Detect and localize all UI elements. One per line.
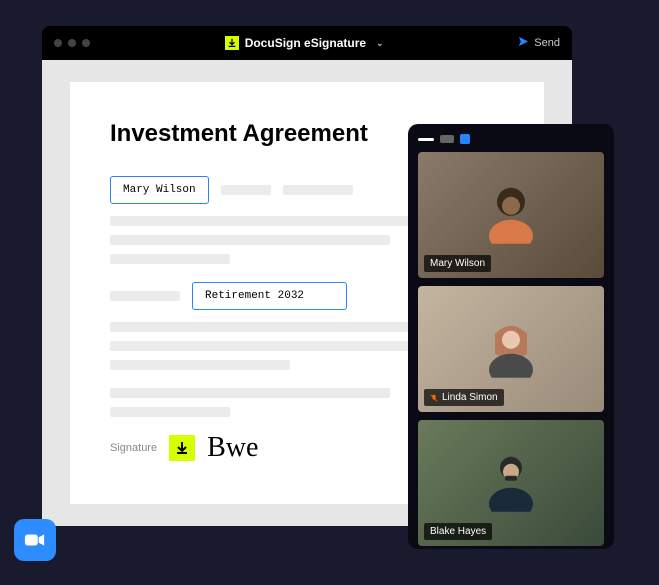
docusign-logo-icon <box>225 36 239 50</box>
video-call-panel: Mary Wilson Linda Simon Blake Hayes <box>408 124 614 549</box>
participant-list: Mary Wilson Linda Simon Blake Hayes <box>418 152 604 546</box>
signer-name-field[interactable]: Mary Wilson <box>110 176 209 204</box>
video-toolbar <box>418 134 604 144</box>
plan-field[interactable]: Retirement 2032 <box>192 282 347 310</box>
participant-tile[interactable]: Blake Hayes <box>418 420 604 546</box>
zoom-app-button[interactable] <box>14 519 56 561</box>
participant-name-tag: Linda Simon <box>424 389 504 406</box>
avatar <box>479 448 543 512</box>
app-title[interactable]: DocuSign eSignature ⌄ <box>90 36 518 50</box>
placeholder-line <box>110 291 180 301</box>
app-name-label: DocuSign eSignature <box>245 36 366 50</box>
layout-option-icon[interactable] <box>440 135 454 143</box>
avatar <box>479 314 543 378</box>
muted-mic-icon <box>430 394 438 402</box>
maximize-dot[interactable] <box>82 39 90 47</box>
chevron-down-icon: ⌄ <box>376 38 384 49</box>
video-camera-icon <box>24 532 46 548</box>
send-icon <box>518 36 529 50</box>
placeholder-line <box>221 185 271 195</box>
signature-label: Signature <box>110 442 157 454</box>
layout-icon[interactable] <box>418 138 434 141</box>
send-label: Send <box>534 37 560 49</box>
participant-tile[interactable]: Linda Simon <box>418 286 604 412</box>
titlebar: DocuSign eSignature ⌄ Send <box>42 26 572 60</box>
send-button[interactable]: Send <box>518 36 560 50</box>
avatar <box>479 180 543 244</box>
signature-row: Signature Bwe <box>110 432 258 464</box>
participant-tile[interactable]: Mary Wilson <box>418 152 604 278</box>
close-dot[interactable] <box>54 39 62 47</box>
participant-name-tag: Blake Hayes <box>424 523 492 540</box>
participant-name: Linda Simon <box>442 392 498 403</box>
signature-stamp-icon[interactable] <box>169 435 195 461</box>
participant-name-tag: Mary Wilson <box>424 255 491 272</box>
minimize-dot[interactable] <box>68 39 76 47</box>
layout-active-icon[interactable] <box>460 134 470 144</box>
window-controls[interactable] <box>54 39 90 47</box>
participant-name: Blake Hayes <box>430 526 486 537</box>
placeholder-line <box>283 185 353 195</box>
signature-value: Bwe <box>207 432 258 464</box>
participant-name: Mary Wilson <box>430 258 485 269</box>
